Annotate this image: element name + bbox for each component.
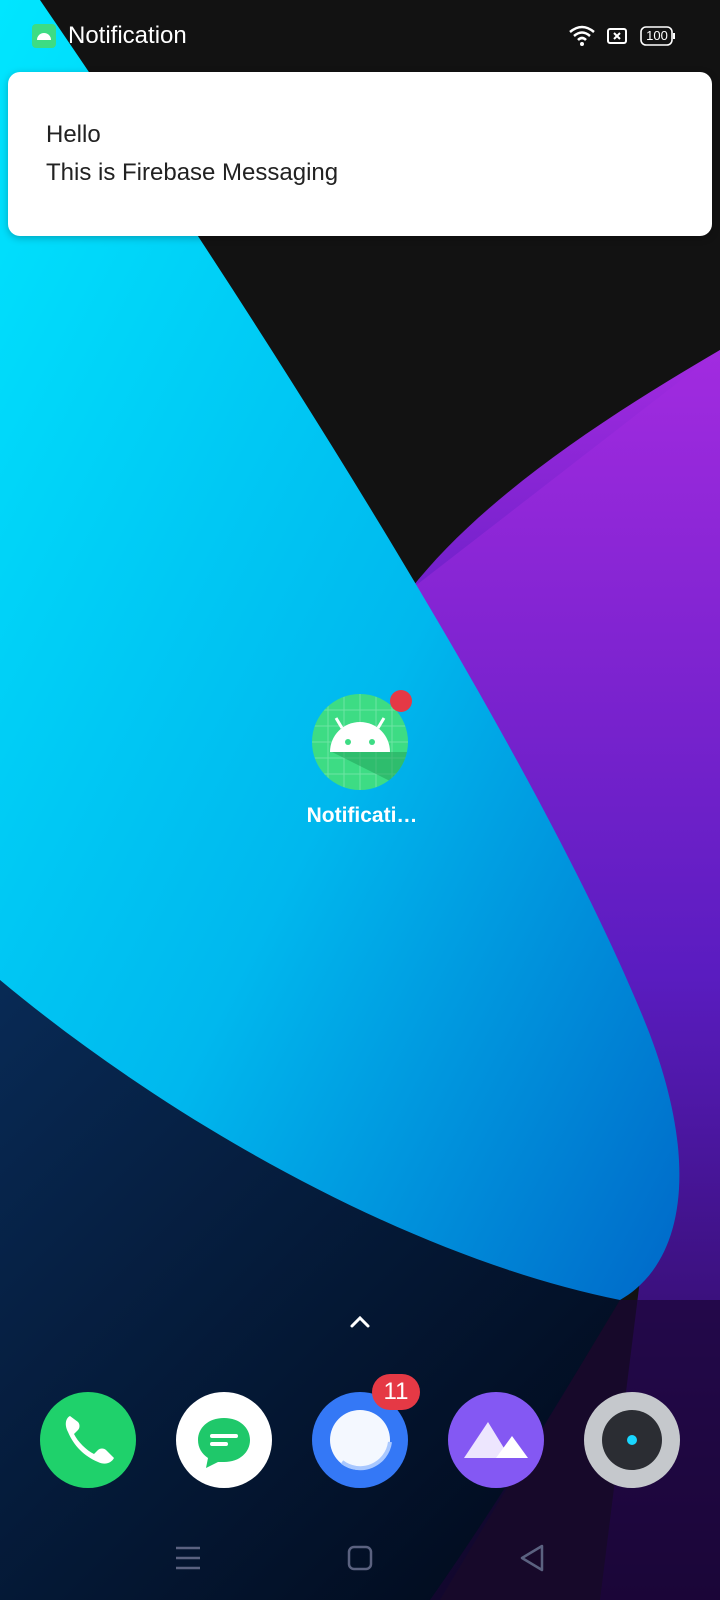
notification-title: Hello — [46, 121, 101, 148]
android-app-icon — [32, 24, 56, 48]
messages-icon — [198, 1418, 250, 1468]
camera-icon — [602, 1410, 662, 1470]
status-app-title: Notification — [68, 22, 187, 49]
home-icon[interactable] — [340, 1538, 380, 1578]
phone-icon — [65, 1416, 114, 1464]
status-bar: Notification 100 — [0, 0, 720, 70]
home-app-shortcut[interactable]: Notificati… — [300, 690, 424, 830]
menu-icon[interactable] — [168, 1538, 208, 1578]
notification-dot — [390, 690, 412, 712]
notification-card[interactable]: Hello This is Firebase Messaging — [8, 72, 712, 236]
battery-level: 100 — [646, 28, 668, 43]
sim-icon — [607, 28, 627, 44]
wifi-icon — [569, 25, 595, 46]
dock-messages-app[interactable] — [176, 1392, 272, 1488]
home-app-label: Notificati… — [306, 804, 418, 827]
back-icon[interactable] — [512, 1538, 552, 1578]
gallery-icon — [464, 1422, 528, 1458]
dock-camera-app[interactable] — [584, 1392, 680, 1488]
dock-phone-app[interactable] — [40, 1392, 136, 1488]
chevron-up-icon[interactable] — [348, 1312, 372, 1332]
notification-body: This is Firebase Messaging — [46, 159, 339, 186]
browser-badge: 11 — [372, 1374, 420, 1410]
dock-gallery-app[interactable] — [448, 1392, 544, 1488]
